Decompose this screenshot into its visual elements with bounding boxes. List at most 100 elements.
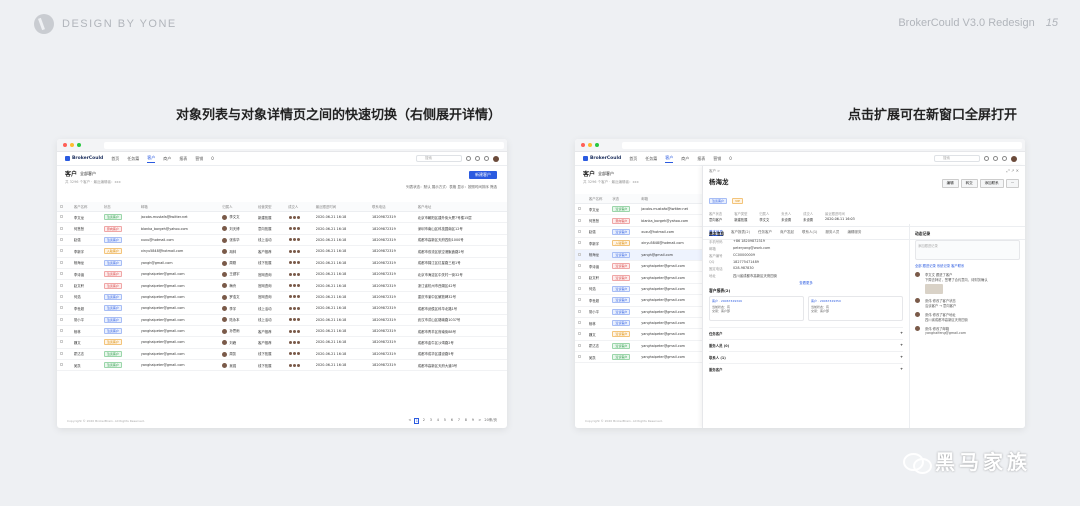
table-row[interactable]: 何慧慧 意向客户 blanka_borgeh@yahoo.com 刘天博 意向拓展 202…: [57, 222, 507, 235]
nav-marketing[interactable]: 营销: [195, 156, 203, 162]
table-row[interactable]: 李诗涵 洽谈客户 yanghaipeter@gmail.com 王健宇 官网咨询 2020…: [57, 268, 507, 281]
plus-icon[interactable]: +: [900, 331, 903, 336]
customer-name[interactable]: 杨林: [585, 317, 610, 330]
customer-name[interactable]: 常小平: [585, 306, 610, 318]
table-row[interactable]: 李文龙 洽谈客户 jacobs.mustafa@twitter.net 李文文 新建拓展…: [57, 211, 507, 224]
table-row[interactable]: 常小平 洽谈客户 yanghaipeter@gmail.com 陆永本 线上活动 2020…: [57, 314, 507, 326]
row-checkbox[interactable]: [57, 234, 71, 247]
customer-name[interactable]: 杨海龙: [70, 257, 101, 269]
table-row[interactable]: 李新宇 入驻客户 xinyu5848@hotmail.com: [575, 237, 702, 250]
plus-icon[interactable]: +: [900, 343, 903, 348]
app-logo[interactable]: BrokerCould: [65, 156, 103, 161]
page-button[interactable]: <: [407, 418, 412, 424]
row-checkbox[interactable]: [57, 336, 71, 349]
row-checkbox[interactable]: [575, 317, 586, 330]
breadcrumb[interactable]: 客户 >: [703, 166, 1025, 174]
customer-name[interactable]: 何慧慧: [585, 214, 610, 227]
customer-name[interactable]: 李新宇: [70, 245, 101, 258]
report-card[interactable]: 客户 · 20067329350 当前状态：有 交易：客户部: [808, 296, 903, 321]
row-checkbox[interactable]: [575, 306, 586, 318]
nav-customers[interactable]: 客户: [665, 155, 674, 163]
table-row[interactable]: 李世超 洽谈客户 yanghaipeter@gmail.com 李宇 线上活动 2020-…: [57, 302, 507, 315]
checkbox-icon[interactable]: [578, 218, 581, 222]
nav-home[interactable]: 首页: [629, 156, 637, 162]
page-button[interactable]: 1: [414, 418, 420, 424]
row-checkbox[interactable]: [57, 359, 71, 372]
checkbox-icon[interactable]: [578, 275, 581, 279]
checkbox-icon[interactable]: [578, 207, 581, 211]
row-checkbox[interactable]: [575, 249, 586, 261]
minimize-dot-icon[interactable]: [588, 143, 592, 147]
checkbox-icon[interactable]: [60, 294, 63, 298]
page-button[interactable]: 7: [456, 418, 461, 424]
page-button[interactable]: 8: [463, 418, 468, 424]
row-checkbox[interactable]: [57, 245, 71, 258]
search-input[interactable]: 搜索: [416, 155, 462, 162]
customer-name[interactable]: 杨林: [70, 325, 101, 338]
row-checkbox[interactable]: [575, 203, 586, 216]
table-row[interactable]: 李世超 洽谈客户 yanghaipeter@gmail.com: [575, 294, 702, 307]
table-row[interactable]: 李诗涵 洽谈客户 yanghaipeter@gmail.com: [575, 260, 702, 273]
collapse-section[interactable]: 服务客户 +: [709, 363, 903, 375]
section-report-title[interactable]: 客户报表(2): [709, 288, 903, 294]
show-more-link[interactable]: 查看更多: [709, 280, 903, 285]
row-checkbox[interactable]: [57, 325, 71, 338]
list-tools[interactable]: 列表状态：默认 展示方式：表格 显示：按照时间排序 筛选: [406, 185, 497, 190]
column-header[interactable]: 邮箱: [638, 194, 702, 204]
table-row[interactable]: 赵文轩 洽谈客户 yanghaipeter@gmail.com: [575, 271, 702, 284]
customer-name[interactable]: 吴凯: [70, 359, 101, 372]
row-checkbox[interactable]: [575, 271, 586, 284]
transfer-button[interactable]: 转交: [960, 179, 978, 188]
bell-icon[interactable]: [984, 156, 989, 161]
checkbox-icon[interactable]: [578, 332, 581, 336]
customer-name[interactable]: 霍达志: [585, 340, 610, 353]
nav-reports[interactable]: 报表: [179, 156, 187, 162]
maximize-dot-icon[interactable]: [77, 143, 81, 147]
search-input[interactable]: 搜索: [934, 155, 980, 162]
table-row[interactable]: 魏文 洽谈客户 yanghaipeter@gmail.com 刘峰 客户推荐 2020-0…: [57, 336, 507, 349]
table-row[interactable]: 何浩 洽谈客户 yanghaipeter@gmail.com: [575, 283, 702, 296]
table-row[interactable]: 何慧慧 意向客户 blanka_borgeh@yahoo.com: [575, 214, 702, 227]
customer-name[interactable]: 魏文: [70, 336, 101, 349]
activity-filter-tabs[interactable]: 全部 跟进记录 系统记录 客户联系: [915, 263, 1020, 268]
page-button[interactable]: 20条/页: [484, 418, 497, 424]
checkbox-icon[interactable]: [60, 351, 63, 355]
customer-name[interactable]: 赵强: [70, 234, 101, 247]
customer-name[interactable]: 赵文轩: [585, 271, 610, 284]
column-header[interactable]: 客户地址: [414, 202, 507, 212]
table-row[interactable]: 魏文 洽谈客户 yanghaipeter@gmail.com: [575, 328, 702, 341]
row-checkbox[interactable]: [575, 340, 586, 353]
expand-icon[interactable]: ⤢: [1007, 168, 1010, 173]
column-header[interactable]: 经营类型: [255, 202, 286, 212]
checkbox-icon[interactable]: [578, 252, 581, 256]
checkbox-icon[interactable]: [578, 229, 581, 233]
column-header[interactable]: 邮箱: [137, 202, 220, 212]
customer-name[interactable]: 何慧慧: [70, 222, 101, 235]
select-all-checkbox[interactable]: [575, 194, 586, 204]
collapse-section[interactable]: 任务客户 +: [709, 327, 903, 339]
row-checkbox[interactable]: [575, 226, 586, 239]
customer-name[interactable]: 何浩: [585, 283, 610, 296]
new-customer-button[interactable]: 新建客户: [469, 171, 497, 179]
checkbox-icon[interactable]: [578, 264, 581, 268]
nav-more[interactable]: 0: [729, 156, 732, 161]
checkbox-icon[interactable]: [60, 306, 63, 310]
checkbox-icon[interactable]: [578, 355, 581, 359]
checkbox-icon[interactable]: [60, 283, 63, 287]
plus-icon[interactable]: +: [900, 367, 903, 372]
table-row[interactable]: 杨海龙 洽谈客户 yangh@gmail.com 周刚 线下拓展 2020-06-21 1…: [57, 257, 507, 269]
row-checkbox[interactable]: [57, 222, 71, 235]
page-button[interactable]: 5: [442, 418, 447, 424]
maximize-dot-icon[interactable]: [595, 143, 599, 147]
nav-merchants[interactable]: 商户: [163, 156, 171, 162]
help-icon[interactable]: [993, 156, 998, 161]
page-button[interactable]: 3: [428, 418, 433, 424]
customer-name[interactable]: 吴凯: [585, 351, 610, 364]
customer-name[interactable]: 常小平: [70, 314, 101, 326]
row-checkbox[interactable]: [57, 257, 71, 269]
customer-name[interactable]: 李诗涵: [70, 268, 101, 281]
checkbox-icon[interactable]: [578, 241, 581, 245]
customer-name[interactable]: 霍达志: [70, 348, 101, 361]
column-header[interactable]: 状态: [609, 194, 639, 204]
column-header[interactable]: 状态: [100, 202, 138, 212]
